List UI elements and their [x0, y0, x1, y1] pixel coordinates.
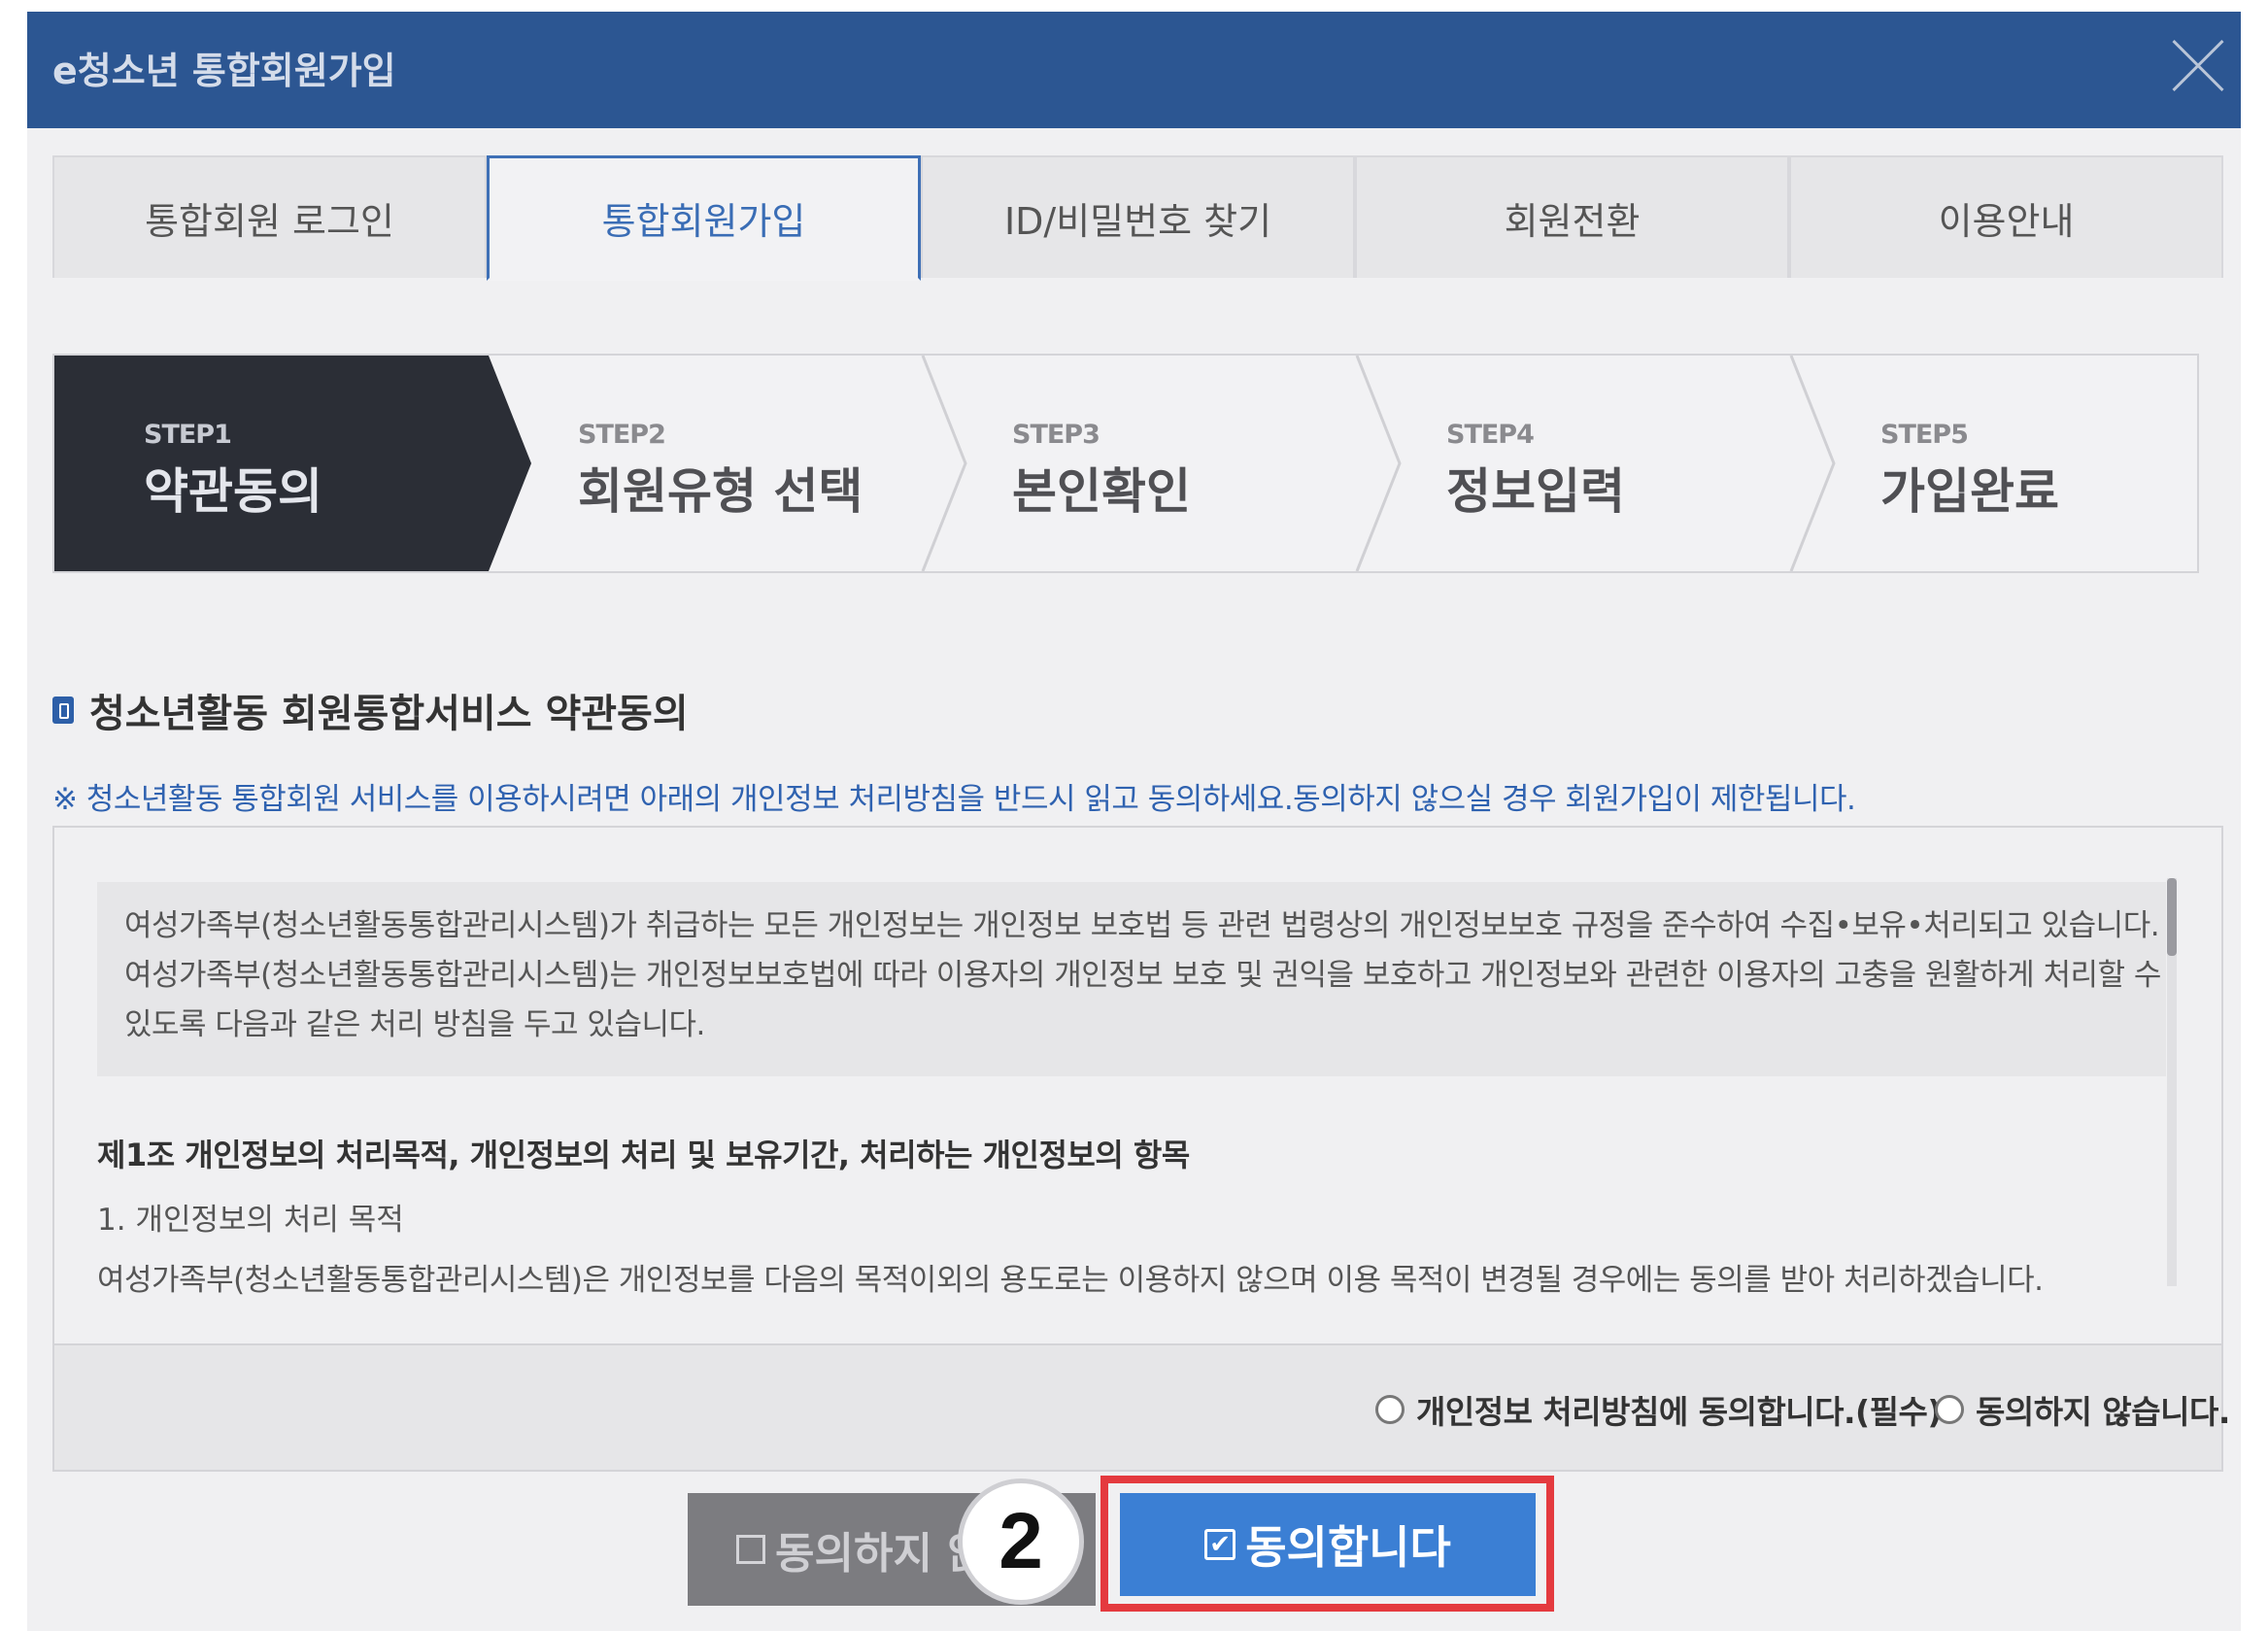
section-title-text: 청소년활동 회원통합서비스 약관동의 [89, 692, 689, 736]
terms-body: 여성가족부(청소년활동통합관리시스템)은 개인정보를 다음의 목적이외의 용도로… [97, 1263, 2044, 1298]
unchecked-box-icon [736, 1535, 765, 1564]
terms-article-title: 제1조 개인정보의 처리목적, 개인정보의 처리 및 보유기간, 처리하는 개인… [97, 1137, 1190, 1173]
close-icon[interactable] [2169, 37, 2227, 95]
section-title: 청소년활동 회원통합서비스 약관동의 [52, 682, 689, 738]
step-4: STEP4 정보입력 [1357, 356, 1791, 571]
step-2: STEP2 회원유형 선택 [489, 356, 923, 571]
section-bullet-icon [52, 697, 74, 724]
consent-agree-option[interactable]: 개인정보 처리방침에 동의합니다.(필수) [1375, 1386, 1942, 1433]
consent-disagree-option[interactable]: 동의하지 않습니다. [1935, 1386, 2230, 1433]
tab-member-login[interactable]: 통합회원 로그인 [52, 155, 487, 278]
step-5: STEP5 가입완료 [1791, 356, 2197, 571]
agree-button-label: 동의합니다 [1245, 1521, 1451, 1574]
consent-bar: 개인정보 처리방침에 동의합니다.(필수) 동의하지 않습니다. [52, 1345, 2230, 1472]
terms-scrollbar-thumb[interactable] [2167, 878, 2177, 956]
step-5-label: 가입완료 [1880, 463, 2059, 520]
step-1-number: STEP1 [144, 420, 232, 450]
step-1-label: 약관동의 [144, 463, 322, 520]
step-2-label: 회원유형 선택 [578, 463, 863, 520]
tab-bar: 통합회원 로그인 통합회원가입 ID/비밀번호 찾기 회원전환 이용안내 [52, 155, 2223, 281]
step-3-number: STEP3 [1012, 420, 1100, 450]
agree-radio-label[interactable]: 개인정보 처리방침에 동의합니다.(필수) [1416, 1386, 1942, 1433]
step-4-label: 정보입력 [1446, 463, 1625, 520]
terms-box[interactable]: 여성가족부(청소년활동통합관리시스템)가 취급하는 모든 개인정보는 개인정보 … [52, 826, 2223, 1345]
step-number-badge: 2 [958, 1478, 1084, 1605]
terms-intro-line: 여성가족부(청소년활동통합관리시스템)는 개인정보보호법에 따라 이용자의 개인… [124, 958, 2161, 993]
tab-member-conversion[interactable]: 회원전환 [1355, 155, 1789, 278]
signup-steps: STEP1 약관동의 STEP2 회원유형 선택 STEP3 본인확인 STEP… [52, 354, 2199, 573]
dialog-titlebar: e청소년 통합회원가입 [27, 12, 2241, 128]
disagree-radio-label[interactable]: 동의하지 않습니다. [1976, 1386, 2230, 1433]
checkbox-checked-icon: ✔ [1204, 1529, 1236, 1560]
step-3: STEP3 본인확인 [923, 356, 1357, 571]
step-3-label: 본인확인 [1012, 463, 1191, 520]
step-4-number: STEP4 [1446, 420, 1535, 450]
terms-intro: 여성가족부(청소년활동통합관리시스템)가 취급하는 모든 개인정보는 개인정보 … [97, 882, 2166, 1076]
agree-radio[interactable] [1375, 1395, 1405, 1424]
agree-button[interactable]: ✔ 동의합니다 [1120, 1493, 1536, 1596]
signup-dialog: e청소년 통합회원가입 통합회원 로그인 통합회원가입 ID/비밀번호 찾기 회… [27, 12, 2241, 1631]
decline-button-label: 동의하지 않 [775, 1529, 987, 1579]
disagree-radio[interactable] [1935, 1395, 1964, 1424]
terms-intro-line: 있도록 다음과 같은 처리 방침을 두고 있습니다. [124, 1007, 705, 1042]
terms-item: 1. 개인정보의 처리 목적 [97, 1203, 404, 1238]
tab-usage-guide[interactable]: 이용안내 [1789, 155, 2223, 278]
step-1: STEP1 약관동의 [54, 356, 489, 571]
tab-find-id-password[interactable]: ID/비밀번호 찾기 [921, 155, 1355, 278]
step-2-number: STEP2 [578, 420, 666, 450]
tab-member-signup[interactable]: 통합회원가입 [487, 155, 921, 281]
terms-intro-line: 여성가족부(청소년활동통합관리시스템)가 취급하는 모든 개인정보는 개인정보 … [124, 908, 2160, 943]
terms-notice: ※ 청소년활동 통합회원 서비스를 이용하시려면 아래의 개인정보 처리방침을 … [52, 782, 1856, 817]
dialog-title: e청소년 통합회원가입 [52, 50, 396, 92]
step-5-number: STEP5 [1880, 420, 1969, 450]
